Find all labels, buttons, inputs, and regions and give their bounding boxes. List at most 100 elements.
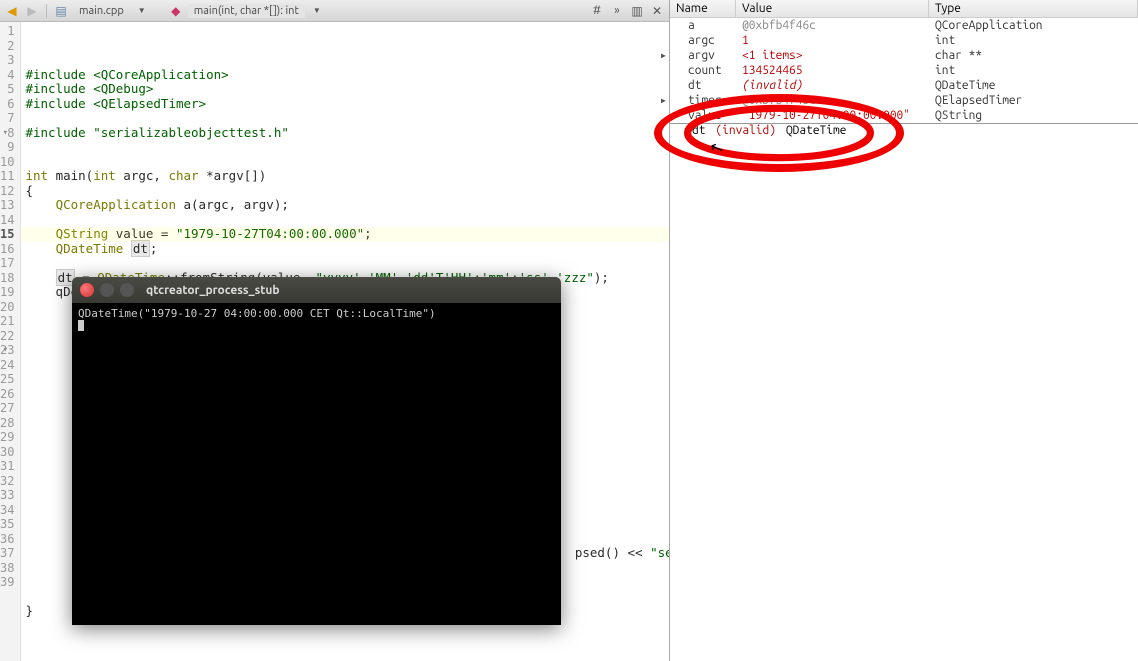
close-icon[interactable]: ✕ xyxy=(649,3,665,19)
var-type: int xyxy=(929,33,1138,48)
line-gutter[interactable]: 12345678▾91011121314151617181920212223▾2… xyxy=(0,22,21,661)
table-row[interactable]: timer▶@0xbfb4f45cQElapsedTimer xyxy=(670,93,1138,108)
table-row[interactable]: dt(invalid)QDateTime xyxy=(670,78,1138,93)
var-name: timer▶ xyxy=(670,93,736,108)
line-number[interactable]: 7 xyxy=(0,111,20,126)
line-number[interactable]: 34 xyxy=(0,503,20,518)
line-number[interactable]: 35 xyxy=(0,517,20,532)
table-row[interactable]: count134524465int xyxy=(670,63,1138,78)
code-line[interactable] xyxy=(25,111,669,126)
line-number[interactable]: 8▾ xyxy=(0,126,20,141)
terminal-titlebar[interactable]: qtcreator_process_stub xyxy=(72,277,561,303)
file-tab[interactable]: main.cpp xyxy=(73,5,130,17)
watch-row[interactable]: dt (invalid) QDateTime xyxy=(692,124,846,137)
hash-icon[interactable]: # xyxy=(589,3,605,19)
var-type: char ** xyxy=(929,48,1138,63)
line-number[interactable]: 15 xyxy=(0,227,20,242)
line-number[interactable]: 36 xyxy=(0,532,20,547)
line-number[interactable]: 38 xyxy=(0,561,20,576)
line-number[interactable]: 10 xyxy=(0,155,20,170)
code-line[interactable] xyxy=(25,256,669,271)
breadcrumb[interactable]: main(int, char *[]): int xyxy=(188,4,305,18)
window-minimize-icon[interactable] xyxy=(100,283,114,297)
var-value: @0xbfb4f45c xyxy=(736,93,929,108)
line-number[interactable]: 20 xyxy=(0,300,20,315)
line-number[interactable]: 5 xyxy=(0,82,20,97)
line-number[interactable]: 13 xyxy=(0,198,20,213)
line-number[interactable]: 14 xyxy=(0,213,20,228)
nav-back-icon[interactable]: ◀ xyxy=(4,3,20,19)
line-number[interactable]: 21 xyxy=(0,314,20,329)
line-number[interactable]: 29 xyxy=(0,430,20,445)
line-number[interactable]: 2 xyxy=(0,39,20,54)
line-number[interactable]: 18 xyxy=(0,271,20,286)
line-number[interactable]: 27 xyxy=(0,401,20,416)
line-number[interactable]: 33 xyxy=(0,488,20,503)
line-number[interactable]: 6 xyxy=(0,97,20,112)
var-value: @0xbfb4f46c xyxy=(736,18,929,33)
line-number[interactable]: 3 xyxy=(0,53,20,68)
code-line[interactable]: QDateTime dt; xyxy=(25,242,669,257)
fold-icon[interactable]: ▾ xyxy=(0,126,8,141)
code-line[interactable]: QCoreApplication a(argc, argv); xyxy=(25,198,669,213)
expand-icon[interactable]: » xyxy=(609,3,625,19)
line-number[interactable]: 17 xyxy=(0,256,20,271)
fold-icon[interactable]: ▾ xyxy=(0,343,8,358)
code-line[interactable]: #include <QDebug> xyxy=(25,82,669,97)
line-number[interactable]: 1 xyxy=(0,24,20,39)
terminal-window[interactable]: qtcreator_process_stub QDateTime("1979-1… xyxy=(72,277,561,625)
expand-icon[interactable]: ▶ xyxy=(661,51,666,60)
file-icon: ▤ xyxy=(53,3,69,19)
line-number[interactable]: 16 xyxy=(0,242,20,257)
header-type[interactable]: Type xyxy=(929,0,1138,17)
line-number[interactable]: 28 xyxy=(0,416,20,431)
terminal-body[interactable]: QDateTime("1979-10-27 04:00:00.000 CET Q… xyxy=(72,303,561,625)
split-icon[interactable]: ▥ xyxy=(629,3,645,19)
code-line[interactable]: #include "serializableobjecttest.h" xyxy=(25,126,669,141)
table-row[interactable]: a@0xbfb4f46cQCoreApplication xyxy=(670,18,1138,33)
line-number[interactable]: 31 xyxy=(0,459,20,474)
watch-type: QDateTime xyxy=(786,124,846,137)
line-number[interactable]: 25 xyxy=(0,372,20,387)
terminal-output: QDateTime("1979-10-27 04:00:00.000 CET Q… xyxy=(78,307,436,320)
nav-forward-icon[interactable]: ▶ xyxy=(24,3,40,19)
var-name: argv▶ xyxy=(670,48,736,63)
window-maximize-icon[interactable] xyxy=(120,283,134,297)
terminal-cursor xyxy=(78,320,84,331)
line-number[interactable]: 22 xyxy=(0,329,20,344)
code-line[interactable]: { xyxy=(25,184,669,199)
code-line[interactable]: #include <QElapsedTimer> xyxy=(25,97,669,112)
line-number[interactable]: 37 xyxy=(0,546,20,561)
table-row[interactable]: argv▶<1 items>char ** xyxy=(670,48,1138,63)
line-number[interactable]: 11 xyxy=(0,169,20,184)
line-number[interactable]: 24 xyxy=(0,358,20,373)
code-line[interactable] xyxy=(25,155,669,170)
code-line[interactable]: int main(int argc, char *argv[]) xyxy=(25,169,669,184)
var-type: QElapsedTimer xyxy=(929,93,1138,108)
line-number[interactable]: 23▾ xyxy=(0,343,20,358)
locals-table: Name Value Type a@0xbfb4f46cQCoreApplica… xyxy=(670,0,1138,123)
line-number[interactable]: 19 xyxy=(0,285,20,300)
header-value[interactable]: Value xyxy=(736,0,929,17)
code-line[interactable] xyxy=(25,213,669,228)
table-row[interactable]: value"1979-10-27T04:00:00.000"QString xyxy=(670,108,1138,123)
table-row[interactable]: argc1int xyxy=(670,33,1138,48)
line-number[interactable]: 30 xyxy=(0,445,20,460)
dropdown-icon[interactable]: ▼ xyxy=(134,3,150,19)
line-number[interactable]: 39 xyxy=(0,575,20,590)
code-line[interactable] xyxy=(25,140,669,155)
code-line[interactable]: QString value = "1979-10-27T04:00:00.000… xyxy=(25,227,669,242)
header-name[interactable]: Name xyxy=(670,0,736,17)
window-close-icon[interactable] xyxy=(80,283,94,297)
line-number[interactable]: 26 xyxy=(0,387,20,402)
dropdown-icon[interactable]: ▼ xyxy=(309,3,325,19)
expand-icon[interactable]: ▶ xyxy=(661,96,666,105)
line-number[interactable]: 32 xyxy=(0,474,20,489)
line-number[interactable]: 4 xyxy=(0,68,20,83)
var-name: a xyxy=(670,18,736,33)
line-number[interactable]: 9 xyxy=(0,140,20,155)
code-line[interactable]: #include <QCoreApplication> xyxy=(25,68,669,83)
debug-pane: Name Value Type a@0xbfb4f46cQCoreApplica… xyxy=(670,0,1138,661)
watch-area[interactable]: dt (invalid) QDateTime ↖ xyxy=(670,123,1138,661)
line-number[interactable]: 12 xyxy=(0,184,20,199)
